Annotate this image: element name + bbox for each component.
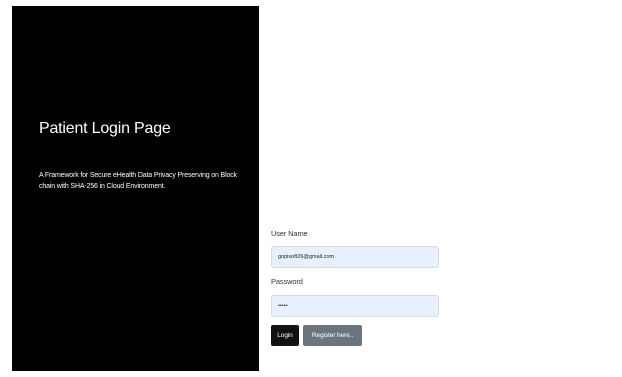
password-field[interactable] [271, 295, 439, 317]
page-title: Patient Login Page [39, 120, 171, 137]
password-label: Password [271, 277, 303, 286]
login-button[interactable]: Login [271, 325, 299, 346]
username-label: User Name [271, 229, 308, 238]
page-description: A Framework for Secure eHealth Data Priv… [39, 172, 237, 190]
register-button[interactable]: Register here.. [303, 325, 362, 346]
hero-panel: Patient Login Page A Framework for Secur… [12, 6, 259, 371]
username-field[interactable] [271, 246, 439, 268]
login-form: User Name Password Login Register here.. [271, 228, 439, 346]
form-actions: Login Register here.. [271, 325, 439, 346]
